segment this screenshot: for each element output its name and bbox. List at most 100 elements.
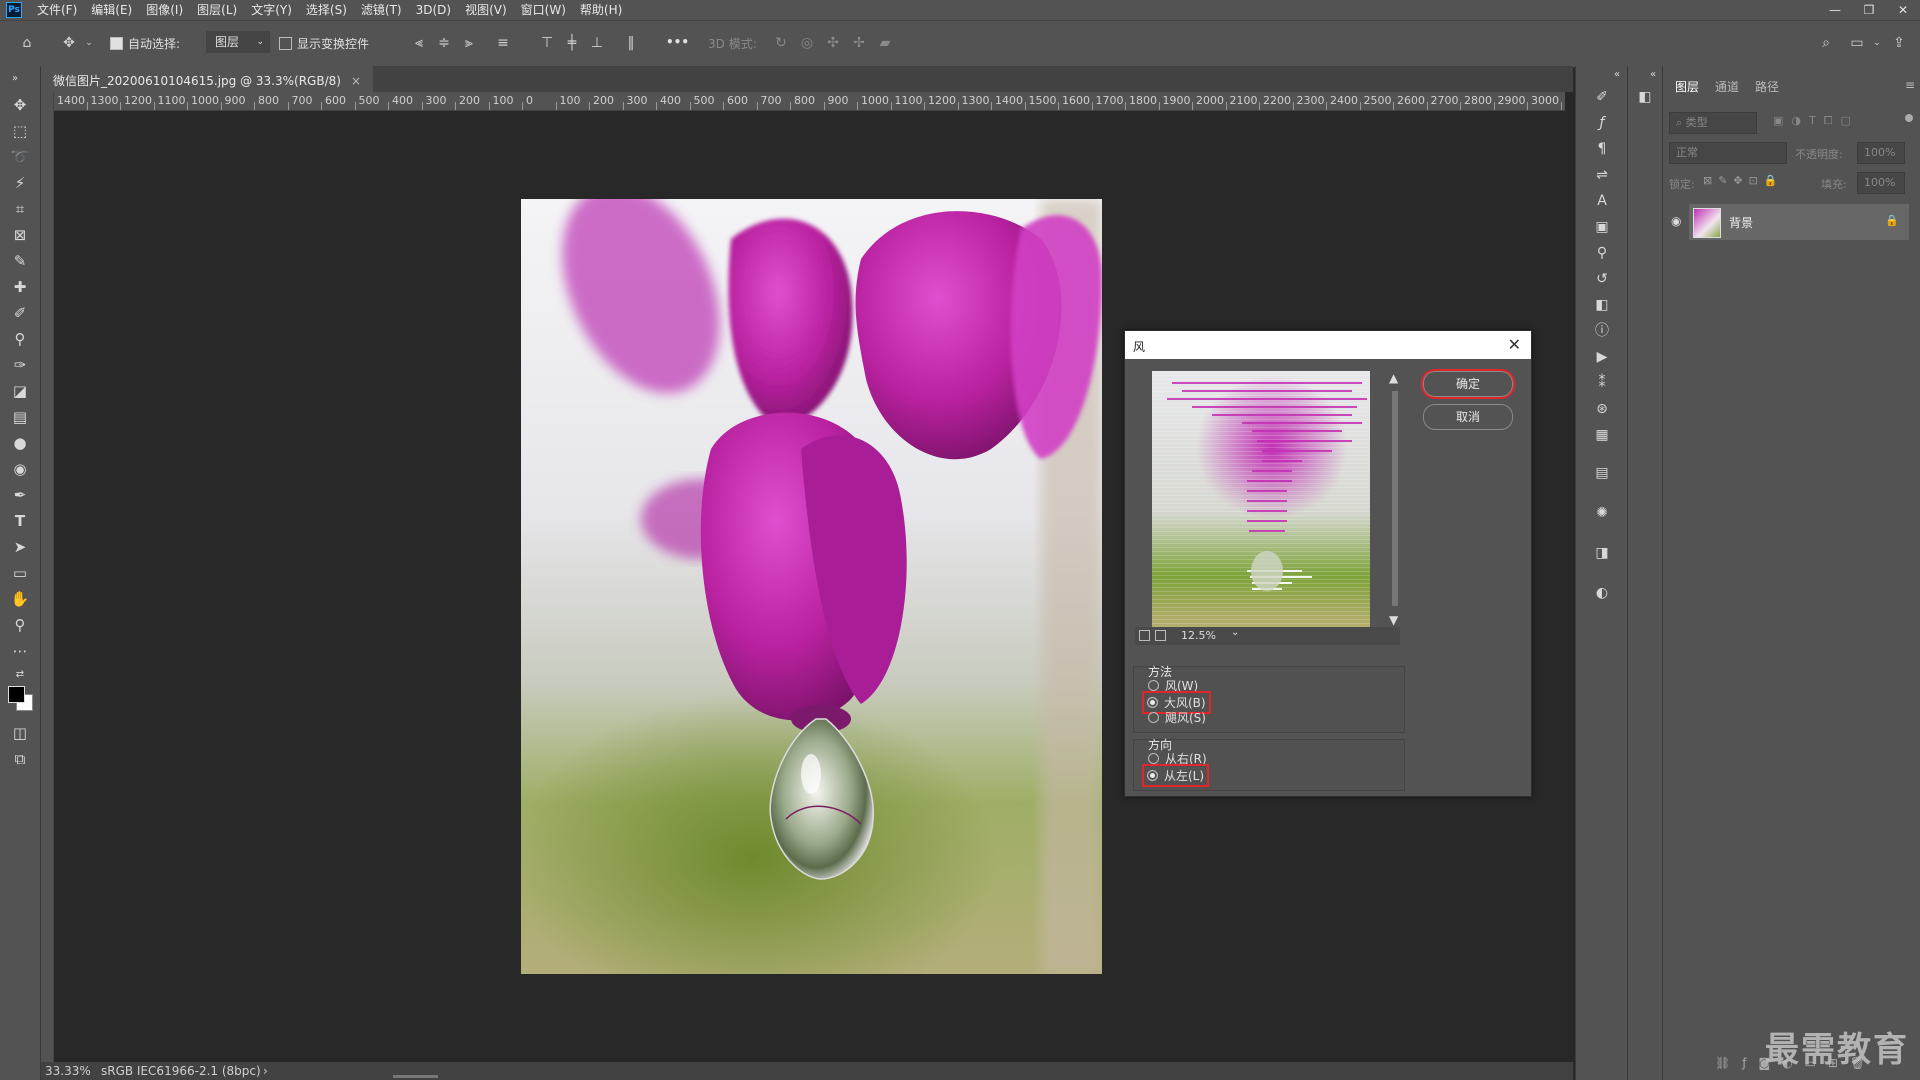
menu-3d[interactable]: 3D(D): [409, 0, 458, 20]
info-icon[interactable]: ⓘ: [1591, 320, 1613, 342]
menu-type[interactable]: 文字(Y): [244, 0, 299, 20]
clone-source-icon[interactable]: ⚲: [1591, 242, 1613, 264]
align-right-icon[interactable]: ⫸: [460, 34, 478, 52]
light-icon[interactable]: ✺: [1591, 502, 1613, 524]
tab-paths[interactable]: 路径: [1755, 78, 1779, 95]
lasso-tool-icon[interactable]: ➰: [9, 146, 31, 168]
direction-left-option[interactable]: 从左(L): [1141, 764, 1210, 787]
radio-stagger[interactable]: [1148, 712, 1159, 723]
horizontal-scrollbar[interactable]: [393, 1075, 438, 1078]
more-tools-icon[interactable]: ⋯: [9, 640, 31, 662]
quick-mask-icon[interactable]: ◫: [9, 722, 31, 744]
filter-preview[interactable]: [1152, 371, 1370, 627]
minimize-button[interactable]: —: [1818, 0, 1852, 20]
brush-tool-icon[interactable]: ✐: [9, 302, 31, 324]
align-left-icon[interactable]: ⫷: [410, 34, 428, 52]
styles-icon[interactable]: ◐: [1591, 582, 1613, 604]
align-middle-icon[interactable]: ╪: [563, 34, 581, 52]
scroll-thumb[interactable]: [1392, 391, 1398, 606]
move-tool-icon[interactable]: ✥: [9, 94, 31, 116]
history-brush-icon[interactable]: ✑: [9, 354, 31, 376]
chevron-down-icon[interactable]: ⌄: [1231, 627, 1239, 638]
swap-colors-icon[interactable]: ⇄: [9, 664, 31, 686]
menu-window[interactable]: 窗口(W): [514, 0, 573, 20]
timeline-icon[interactable]: ◨: [1591, 542, 1613, 564]
menu-view[interactable]: 视图(V): [458, 0, 514, 20]
close-icon[interactable]: ×: [351, 74, 361, 88]
radio-blast[interactable]: [1147, 697, 1158, 708]
rectangle-tool-icon[interactable]: ▭: [9, 562, 31, 584]
notes-icon[interactable]: ▤: [1591, 462, 1613, 484]
collapse-icon[interactable]: «: [1606, 64, 1628, 86]
type-tool-icon[interactable]: T: [9, 510, 31, 532]
menu-file[interactable]: 文件(F): [30, 0, 84, 20]
stamp-tool-icon[interactable]: ⚲: [9, 328, 31, 350]
menu-help[interactable]: 帮助(H): [573, 0, 629, 20]
tab-layers[interactable]: 图层: [1675, 78, 1699, 95]
tab-channels[interactable]: 通道: [1715, 78, 1739, 95]
paragraph-icon[interactable]: ¶: [1591, 138, 1613, 160]
hand-tool-icon[interactable]: ✋: [9, 588, 31, 610]
close-window-button[interactable]: ✕: [1886, 0, 1920, 20]
radio-wind[interactable]: [1148, 680, 1159, 691]
align-center-icon[interactable]: ≑: [435, 34, 453, 52]
eye-icon[interactable]: ◉: [1671, 214, 1681, 228]
radio-from-right[interactable]: [1148, 753, 1159, 764]
expand-icon[interactable]: »: [4, 68, 26, 90]
3d-panel-icon[interactable]: ⊛: [1591, 398, 1613, 420]
direction-right-option[interactable]: 从右(R): [1148, 750, 1207, 767]
eyedropper-icon[interactable]: ✎: [9, 250, 31, 272]
gradient-tool-icon[interactable]: ▤: [9, 406, 31, 428]
history-icon[interactable]: ↺: [1591, 268, 1613, 290]
cancel-button[interactable]: 取消: [1423, 404, 1513, 430]
blend-mode-select[interactable]: 正常: [1669, 142, 1787, 164]
crop-tool-icon[interactable]: ⌗: [9, 198, 31, 220]
chevron-down-icon[interactable]: ⌄: [80, 34, 98, 52]
menu-filter[interactable]: 滤镜(T): [354, 0, 409, 20]
magic-wand-icon[interactable]: ⚡: [9, 172, 31, 194]
healing-brush-icon[interactable]: ✚: [9, 276, 31, 298]
opacity-field[interactable]: 100%: [1857, 142, 1905, 164]
show-transform-checkbox[interactable]: [279, 37, 292, 50]
restore-button[interactable]: ❐: [1852, 0, 1886, 20]
status-menu-arrow[interactable]: ›: [263, 1062, 268, 1080]
more-options[interactable]: •••: [666, 35, 689, 49]
zoom-tool-icon[interactable]: ⚲: [9, 614, 31, 636]
radio-from-left[interactable]: [1147, 770, 1158, 781]
color-panel-icon[interactable]: ◧: [1634, 86, 1656, 108]
path-select-icon[interactable]: ➤: [9, 536, 31, 558]
auto-select-option[interactable]: 自动选择:: [110, 35, 180, 52]
layer-filter-select[interactable]: ⌕ 类型: [1669, 112, 1757, 134]
screen-mode-icon[interactable]: ⧉: [9, 748, 31, 770]
auto-select-checkbox[interactable]: [110, 37, 123, 50]
properties-icon[interactable]: ▣: [1591, 216, 1613, 238]
marquee-tool-icon[interactable]: ⬚: [9, 120, 31, 142]
scroll-up-icon[interactable]: ▲: [1389, 371, 1398, 385]
zoom-level[interactable]: 33.33%: [45, 1062, 91, 1080]
menu-edit[interactable]: 编辑(E): [84, 0, 139, 20]
libraries-icon[interactable]: ◧: [1591, 294, 1613, 316]
layer-select-dropdown[interactable]: 图层 ⌄: [206, 31, 270, 53]
pen-tool-icon[interactable]: ✒: [9, 484, 31, 506]
dodge-tool-icon[interactable]: ◉: [9, 458, 31, 480]
fx-icon[interactable]: ƒ: [1591, 112, 1613, 134]
brush-settings-icon[interactable]: ✐: [1591, 86, 1613, 108]
foreground-color-swatch[interactable]: [8, 686, 25, 703]
scroll-down-icon[interactable]: ▼: [1389, 613, 1398, 627]
actions-play-icon[interactable]: ▶: [1591, 346, 1613, 368]
distribute-icon[interactable]: ≡: [494, 34, 512, 52]
chevron-down-icon[interactable]: ⌄: [1868, 34, 1886, 52]
show-transform-option[interactable]: 显示变换控件: [279, 35, 369, 52]
eraser-tool-icon[interactable]: ◪: [9, 380, 31, 402]
method-wind-option[interactable]: 风(W): [1148, 677, 1198, 694]
document-tab[interactable]: 微信图片_20200610104615.jpg @ 33.3%(RGB/8) ×: [41, 66, 373, 94]
zoom-in-icon[interactable]: [1155, 630, 1166, 641]
filter-toggle[interactable]: [1905, 114, 1913, 122]
menu-layer[interactable]: 图层(L): [190, 0, 244, 20]
lock-icons[interactable]: ⊠✎✥⊡🔒: [1703, 174, 1784, 187]
panel-menu-icon[interactable]: ≡: [1905, 78, 1915, 92]
glyphs-icon[interactable]: ⁑: [1591, 372, 1613, 394]
blur-tool-icon[interactable]: ●: [9, 432, 31, 454]
adjustments-icon[interactable]: ⇌: [1591, 164, 1613, 186]
collapse-icon[interactable]: «: [1642, 64, 1664, 86]
